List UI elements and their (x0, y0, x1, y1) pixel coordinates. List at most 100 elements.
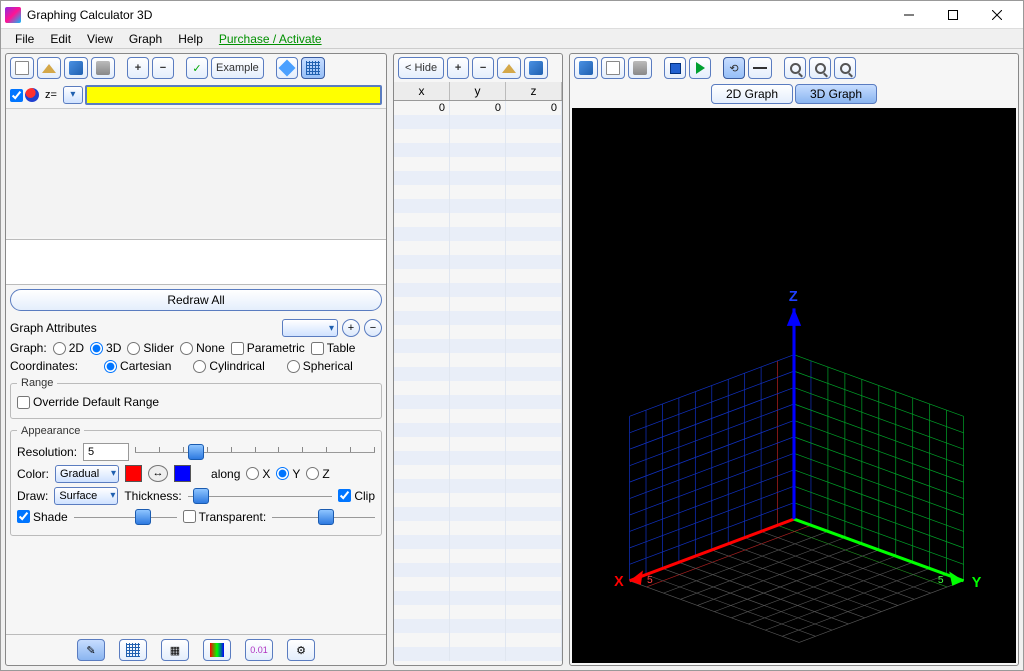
table-row[interactable] (394, 353, 562, 367)
transparent-slider[interactable] (272, 509, 375, 525)
table-row[interactable] (394, 297, 562, 311)
add-graph-button[interactable] (127, 57, 149, 79)
table-row[interactable]: 000 (394, 101, 562, 115)
table-row[interactable] (394, 633, 562, 647)
table-row[interactable] (394, 493, 562, 507)
table-row[interactable] (394, 451, 562, 465)
remove-graph-button[interactable] (152, 57, 174, 79)
table-row[interactable] (394, 311, 562, 325)
table-row[interactable] (394, 647, 562, 661)
table-row[interactable] (394, 115, 562, 129)
draw-mode-select[interactable]: Surface (54, 487, 118, 505)
table-row[interactable] (394, 521, 562, 535)
menu-file[interactable]: File (7, 32, 42, 46)
menu-help[interactable]: Help (170, 32, 211, 46)
table-row[interactable] (394, 409, 562, 423)
table-row[interactable] (394, 591, 562, 605)
tab-grid[interactable] (119, 639, 147, 661)
table-row[interactable] (394, 479, 562, 493)
add-row-button[interactable] (447, 57, 469, 79)
play-button[interactable] (689, 57, 711, 79)
table-row[interactable] (394, 143, 562, 157)
table-row[interactable] (394, 605, 562, 619)
zoom-fit-button[interactable] (809, 57, 831, 79)
color-to-swatch[interactable] (174, 465, 191, 482)
new-button[interactable] (10, 57, 34, 79)
table-row[interactable] (394, 367, 562, 381)
import-button[interactable] (497, 57, 521, 79)
graph-mode-3d[interactable]: 3D (90, 341, 121, 355)
table-row[interactable] (394, 339, 562, 353)
table-row[interactable] (394, 395, 562, 409)
table-row[interactable] (394, 199, 562, 213)
table-row[interactable] (394, 381, 562, 395)
coords-cartesian[interactable]: Cartesian (104, 359, 171, 373)
menu-purchase[interactable]: Purchase / Activate (211, 32, 330, 46)
header-z[interactable]: z (506, 82, 562, 100)
copy-button[interactable] (601, 57, 625, 79)
tab-pencil[interactable]: ✎ (77, 639, 105, 661)
table-row[interactable] (394, 185, 562, 199)
table-row[interactable] (394, 549, 562, 563)
table-row[interactable] (394, 577, 562, 591)
attributes-remove-button[interactable]: − (364, 319, 382, 337)
notes-area[interactable] (6, 239, 386, 285)
resolution-input[interactable] (83, 443, 129, 461)
redraw-all-button[interactable]: Redraw All (10, 289, 382, 311)
menu-graph[interactable]: Graph (121, 32, 170, 46)
table-row[interactable] (394, 507, 562, 521)
color-direction-icon[interactable]: ↔ (148, 465, 168, 482)
thickness-slider[interactable] (188, 488, 333, 504)
coords-spherical[interactable]: Spherical (287, 359, 353, 373)
tab-2d-graph[interactable]: 2D Graph (711, 84, 793, 104)
table-row[interactable] (394, 213, 562, 227)
color-from-swatch[interactable] (125, 465, 142, 482)
table-row[interactable] (394, 619, 562, 633)
tab-calc[interactable]: ▦ (161, 639, 189, 661)
along-y[interactable]: Y (276, 467, 300, 481)
tab-3d-graph[interactable]: 3D Graph (795, 84, 877, 104)
toggle-check-button[interactable] (186, 57, 208, 79)
shade-checkbox[interactable]: Shade (17, 510, 68, 524)
header-x[interactable]: x (394, 82, 450, 100)
table-row[interactable] (394, 269, 562, 283)
tab-settings[interactable]: ⚙ (287, 639, 315, 661)
table-row[interactable] (394, 283, 562, 297)
resolution-slider[interactable] (135, 444, 375, 460)
save-button[interactable] (64, 57, 88, 79)
color-mode-select[interactable]: Gradual (55, 465, 119, 483)
table-row[interactable] (394, 129, 562, 143)
graph-mode-none[interactable]: None (180, 341, 225, 355)
open-button[interactable] (37, 57, 61, 79)
snapshot-button[interactable] (574, 57, 598, 79)
along-x[interactable]: X (246, 467, 270, 481)
print-graph-button[interactable] (628, 57, 652, 79)
remove-row-button[interactable] (472, 57, 494, 79)
coords-cylindrical[interactable]: Cylindrical (193, 359, 264, 373)
print-button[interactable] (91, 57, 115, 79)
equation-color-icon[interactable] (25, 88, 39, 102)
clip-checkbox[interactable]: Clip (338, 489, 375, 503)
equation-enable-checkbox[interactable] (10, 89, 23, 102)
maximize-button[interactable] (931, 1, 975, 29)
zoom-reset-button[interactable] (834, 57, 856, 79)
graph-mode-slider[interactable]: Slider (127, 341, 174, 355)
table-row[interactable] (394, 171, 562, 185)
table-row[interactable] (394, 241, 562, 255)
header-y[interactable]: y (450, 82, 506, 100)
example-button[interactable]: Example (211, 57, 264, 79)
hide-panel-button[interactable]: < Hide (398, 57, 444, 79)
table-row[interactable] (394, 157, 562, 171)
override-range-checkbox[interactable]: Override Default Range (17, 395, 159, 409)
tab-precision[interactable]: 0.01 (245, 639, 273, 661)
table-row[interactable] (394, 563, 562, 577)
table-row[interactable] (394, 423, 562, 437)
graph-mode-2d[interactable]: 2D (53, 341, 84, 355)
stop-button[interactable] (664, 57, 686, 79)
table-checkbox[interactable]: Table (311, 341, 356, 355)
table-row[interactable] (394, 465, 562, 479)
transparent-checkbox[interactable]: Transparent: (183, 510, 267, 524)
diamond-button[interactable] (276, 57, 298, 79)
attributes-add-button[interactable]: + (342, 319, 360, 337)
shade-slider[interactable] (74, 509, 177, 525)
